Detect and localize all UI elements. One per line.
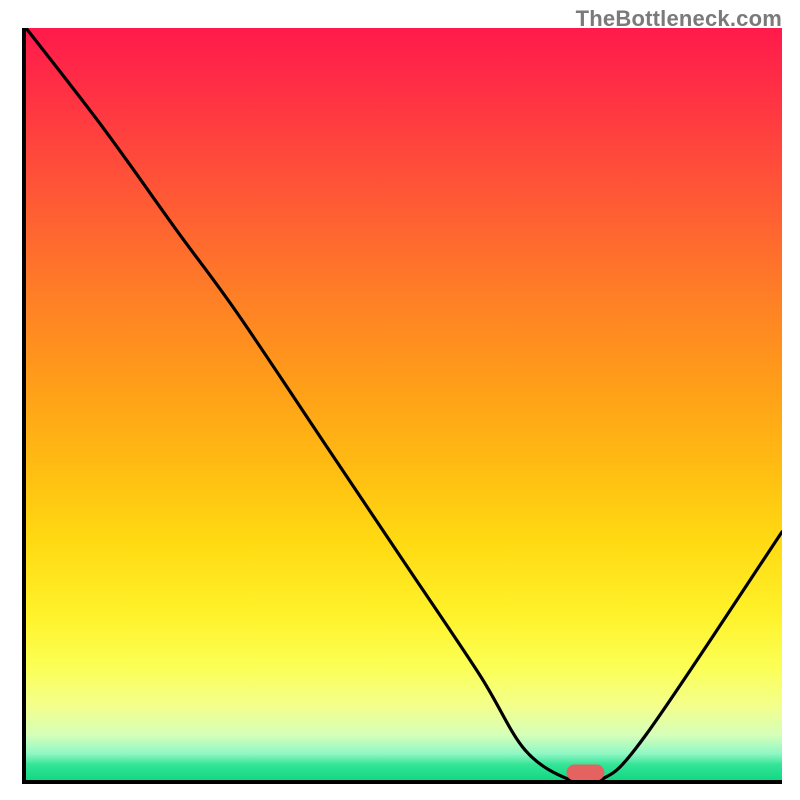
plot-area — [26, 28, 782, 780]
chart-frame: TheBottleneck.com — [0, 0, 800, 800]
y-axis-line — [22, 28, 26, 780]
marker-layer — [26, 28, 782, 780]
plot-wrap — [22, 28, 782, 784]
x-axis-line — [22, 780, 782, 784]
optimum-marker — [566, 764, 604, 780]
watermark-text: TheBottleneck.com — [576, 6, 782, 32]
